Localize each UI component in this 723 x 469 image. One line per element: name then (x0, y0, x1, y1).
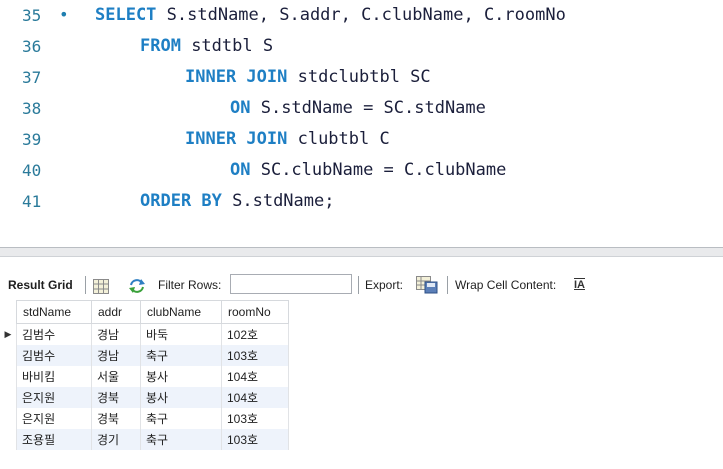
toolbar-separator (358, 276, 359, 294)
table-row[interactable]: 은지원 경북 봉사 104호 (0, 387, 289, 408)
cell-stdname[interactable]: 조용필 (16, 429, 92, 450)
column-header-clubname[interactable]: clubName (140, 300, 222, 324)
code-line[interactable]: 35 • SELECT S.stdName, S.addr, C.clubName,… (0, 0, 723, 31)
cell-clubname[interactable]: 봉사 (140, 387, 222, 408)
header-row: stdName addr clubName roomNo (0, 300, 289, 324)
cell-roomno[interactable]: 104호 (221, 366, 289, 387)
sql-text: stdtbl S (180, 36, 274, 56)
cell-roomno[interactable]: 103호 (221, 429, 289, 450)
sql-text: S.stdName, S.addr, C.clubName, C.roomNo (156, 5, 566, 25)
refresh-icon[interactable] (128, 277, 146, 293)
result-grid-tab[interactable]: Result Grid (8, 272, 73, 298)
code-line[interactable]: 39 INNER JOIN clubtbl C (0, 124, 723, 155)
code-text: ORDER BY S.stdName; (140, 186, 334, 217)
cell-clubname[interactable]: 축구 (140, 429, 222, 450)
sql-keyword: ON (230, 98, 251, 118)
line-number: 37 (22, 68, 42, 87)
sql-editor[interactable]: 35 • SELECT S.stdName, S.addr, C.clubName,… (0, 0, 723, 233)
sql-keyword: FROM (140, 36, 181, 56)
current-row-arrow-icon[interactable]: ▶ (0, 323, 17, 345)
grid-view-icon[interactable] (93, 277, 109, 294)
sql-text: clubtbl C (287, 129, 390, 149)
cell-clubname[interactable]: 축구 (140, 408, 222, 429)
sql-text: stdclubtbl SC (287, 67, 431, 87)
cell-stdname[interactable]: 김범수 (16, 323, 92, 345)
cell-clubname[interactable]: 축구 (140, 345, 222, 366)
table-row[interactable]: 바비킴 서울 봉사 104호 (0, 366, 289, 387)
sql-text: SC.clubName = C.clubName (250, 160, 507, 180)
cell-addr[interactable]: 경기 (91, 429, 141, 450)
cell-roomno[interactable]: 103호 (221, 345, 289, 366)
table-row[interactable]: ▶ 김범수 경남 바둑 102호 (0, 323, 289, 345)
code-line[interactable]: 41 ORDER BY S.stdName; (0, 186, 723, 217)
code-text: ON SC.clubName = C.clubName (230, 155, 506, 186)
code-text: INNER JOIN stdclubtbl SC (185, 62, 431, 93)
code-text: FROM stdtbl S (140, 31, 273, 62)
cell-stdname[interactable]: 은지원 (16, 408, 92, 429)
sql-keyword: INNER JOIN (185, 67, 288, 87)
cell-stdname[interactable]: 김범수 (16, 345, 92, 366)
sql-keyword: ORDER BY (140, 191, 222, 211)
cell-addr[interactable]: 경남 (91, 323, 141, 345)
wrap-cell-icon[interactable]: IA (574, 272, 585, 298)
code-text: ON S.stdName = SC.stdName (230, 93, 486, 124)
code-line[interactable]: 37 INNER JOIN stdclubtbl SC (0, 62, 723, 93)
sql-keyword: INNER JOIN (185, 129, 288, 149)
table-row[interactable]: 은지원 경북 축구 103호 (0, 408, 289, 429)
column-header-addr[interactable]: addr (91, 300, 141, 324)
row-indicator-header (0, 300, 17, 324)
panel-splitter[interactable] (0, 247, 723, 257)
toolbar-separator (85, 276, 86, 294)
cell-clubname[interactable]: 바둑 (140, 323, 222, 345)
code-line[interactable]: 40 ON SC.clubName = C.clubName (0, 155, 723, 186)
column-header-roomno[interactable]: roomNo (221, 300, 289, 324)
row-indicator[interactable] (0, 366, 17, 387)
cell-addr[interactable]: 서울 (91, 366, 141, 387)
line-number: 40 (22, 161, 42, 180)
code-line[interactable]: 38 ON S.stdName = SC.stdName (0, 93, 723, 124)
filter-rows-input[interactable] (230, 274, 352, 294)
cell-clubname[interactable]: 봉사 (140, 366, 222, 387)
result-table: stdName addr clubName roomNo ▶ 김범수 경남 바둑 102… (0, 300, 289, 450)
table-row[interactable]: 조용필 경기 축구 103호 (0, 429, 289, 450)
line-number: 35 (22, 6, 42, 25)
export-label: Export: (365, 278, 404, 292)
code-text: INNER JOIN clubtbl C (185, 124, 390, 155)
row-indicator[interactable] (0, 387, 17, 408)
sql-text: S.stdName = SC.stdName (250, 98, 486, 118)
line-number: 39 (22, 130, 42, 149)
result-toolbar: Result Grid Filter Rows: Export: Wrap Ce… (0, 272, 723, 298)
export-icon[interactable] (416, 276, 438, 294)
filter-rows-label: Filter Rows: (158, 278, 222, 292)
cell-addr[interactable]: 경남 (91, 345, 141, 366)
result-grid: stdName addr clubName roomNo ▶ 김범수 경남 바둑 102… (0, 300, 289, 450)
sql-keyword: ON (230, 160, 251, 180)
cell-roomno[interactable]: 103호 (221, 408, 289, 429)
row-indicator[interactable] (0, 408, 17, 429)
wrap-cell-label: Wrap Cell Content: (455, 278, 557, 292)
code-line[interactable]: 36 FROM stdtbl S (0, 31, 723, 62)
cell-addr[interactable]: 경북 (91, 408, 141, 429)
statement-marker-icon: • (59, 5, 69, 24)
toolbar-separator (447, 276, 448, 294)
code-text: SELECT S.stdName, S.addr, C.clubName, C.… (95, 0, 566, 31)
cell-roomno[interactable]: 104호 (221, 387, 289, 408)
row-indicator[interactable] (0, 429, 17, 450)
sql-text: S.stdName; (221, 191, 335, 211)
line-number: 38 (22, 99, 42, 118)
cell-stdname[interactable]: 바비킴 (16, 366, 92, 387)
cell-roomno[interactable]: 102호 (221, 323, 289, 345)
sql-keyword: SELECT (95, 5, 157, 25)
table-row[interactable]: 김범수 경남 축구 103호 (0, 345, 289, 366)
cell-addr[interactable]: 경북 (91, 387, 141, 408)
column-header-stdname[interactable]: stdName (16, 300, 92, 324)
row-indicator[interactable] (0, 345, 17, 366)
line-number: 36 (22, 37, 42, 56)
line-number: 41 (22, 192, 42, 211)
cell-stdname[interactable]: 은지원 (16, 387, 92, 408)
